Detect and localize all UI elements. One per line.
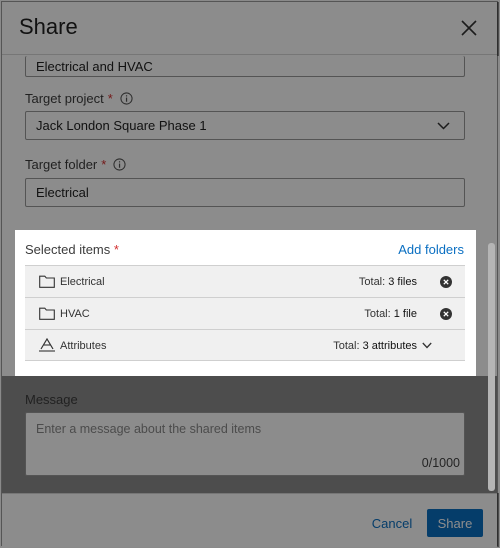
share-button[interactable]: Share bbox=[427, 509, 483, 537]
character-counter: 0/1000 bbox=[421, 456, 460, 470]
project-field[interactable]: Electrical and HVAC bbox=[25, 56, 465, 77]
item-name: Electrical bbox=[60, 276, 105, 288]
dialog-header: Share bbox=[2, 2, 497, 55]
dialog-footer: Cancel Share bbox=[2, 493, 497, 547]
close-icon[interactable] bbox=[459, 18, 479, 38]
selected-items-list: Electrical Total: 3 files HVAC Total: 1 … bbox=[25, 265, 465, 361]
project-field-value: Electrical and HVAC bbox=[36, 58, 153, 74]
required-mark: * bbox=[101, 157, 107, 172]
message-label: Message bbox=[25, 392, 78, 407]
scrollbar[interactable] bbox=[488, 243, 495, 491]
chevron-down-icon[interactable] bbox=[422, 342, 432, 349]
target-folder-label: Target folder * bbox=[25, 157, 126, 172]
remove-icon[interactable] bbox=[440, 276, 452, 288]
target-project-label: Target project * bbox=[25, 91, 133, 106]
info-icon[interactable] bbox=[120, 92, 133, 105]
list-item[interactable]: Attributes Total: 3 attributes bbox=[25, 329, 465, 361]
list-item: HVAC Total: 1 file bbox=[25, 297, 465, 329]
item-name: HVAC bbox=[60, 308, 90, 320]
selected-items-panel: Selected items * Add folders Electrical … bbox=[15, 230, 476, 376]
target-project-value: Jack London Square Phase 1 bbox=[36, 118, 207, 133]
item-total: Total: 3 attributes bbox=[333, 340, 417, 352]
dialog-title: Share bbox=[19, 14, 78, 39]
selected-items-header: Selected items * Add folders bbox=[25, 240, 464, 258]
target-folder-value: Electrical bbox=[36, 185, 89, 200]
add-folders-link[interactable]: Add folders bbox=[398, 242, 464, 257]
info-icon[interactable] bbox=[113, 158, 126, 171]
selected-items-title: Selected items * bbox=[25, 241, 119, 257]
item-total: Total: 3 files bbox=[358, 276, 417, 288]
attributes-icon bbox=[39, 338, 55, 352]
item-name: Attributes bbox=[60, 340, 107, 352]
item-total: Total: 1 file bbox=[364, 308, 417, 320]
required-mark: * bbox=[113, 241, 119, 257]
dialog-body: Electrical and HVAC Target project * Jac… bbox=[2, 56, 497, 493]
required-mark: * bbox=[107, 91, 113, 106]
folder-icon bbox=[39, 275, 55, 288]
cancel-button[interactable]: Cancel bbox=[370, 509, 414, 537]
target-folder-field[interactable]: Electrical bbox=[25, 178, 465, 207]
share-dialog: Share Electrical and HVAC Target project… bbox=[1, 1, 499, 547]
list-item: Electrical Total: 3 files bbox=[25, 265, 465, 297]
target-project-select[interactable]: Jack London Square Phase 1 bbox=[25, 111, 465, 140]
folder-icon bbox=[39, 307, 55, 320]
message-textarea[interactable]: Enter a message about the shared items 0… bbox=[25, 412, 465, 476]
remove-icon[interactable] bbox=[440, 308, 452, 320]
chevron-down-icon bbox=[437, 121, 450, 130]
message-placeholder: Enter a message about the shared items bbox=[36, 422, 262, 436]
